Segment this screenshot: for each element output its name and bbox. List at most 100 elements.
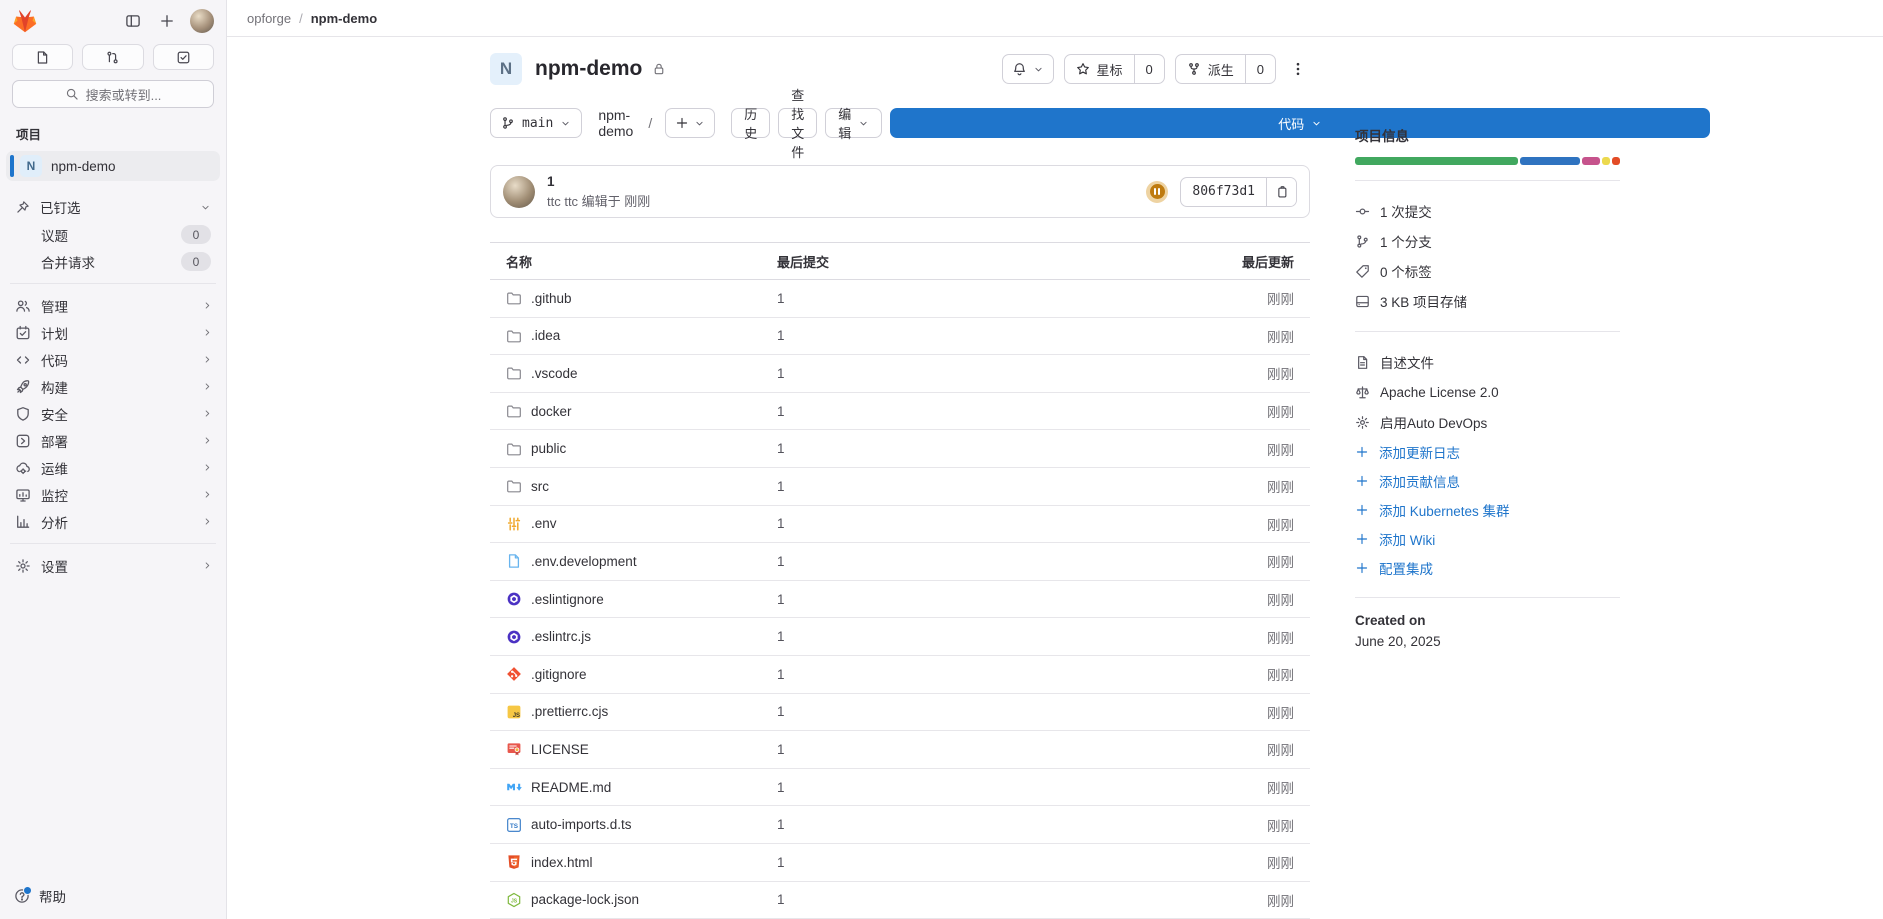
add-link[interactable]: 配置集成 [1355, 553, 1620, 582]
commit-message-link[interactable]: 1 [777, 516, 785, 531]
commit-message-link[interactable]: 1 [777, 855, 785, 870]
notifications-button[interactable] [1002, 54, 1054, 84]
sidebar-item-settings[interactable]: 设置 [0, 552, 226, 579]
commit-message-link[interactable]: 1 [777, 404, 785, 419]
commit-message-link[interactable]: 1 [777, 704, 785, 719]
file-row[interactable]: public 1 刚刚 [490, 430, 1310, 468]
sidebar-pinned-item[interactable]: 议题 0 [0, 221, 226, 248]
info-item[interactable]: 启用Auto DevOps [1355, 407, 1620, 437]
file-row[interactable]: JS .prettierrc.cjs 1 刚刚 [490, 694, 1310, 732]
sidebar-item-plan[interactable]: 计划 [0, 319, 226, 346]
fork-button[interactable]: 派生 [1176, 55, 1245, 83]
commit-message-link[interactable]: 1 [777, 817, 785, 832]
file-name-link[interactable]: .eslintignore [531, 592, 604, 607]
sidebar-item-help[interactable]: 帮助 [0, 881, 226, 911]
commit-message-link[interactable]: 1 [777, 366, 785, 381]
repo-path-link[interactable]: npm-demo [598, 107, 633, 139]
file-row[interactable]: LICENSE 1 刚刚 [490, 731, 1310, 769]
create-new-button[interactable] [156, 10, 178, 32]
file-row[interactable]: src 1 刚刚 [490, 468, 1310, 506]
sidebar-item-operate[interactable]: 运维 [0, 454, 226, 481]
todos-shortcut-button[interactable] [153, 44, 214, 70]
history-button[interactable]: 历史 [731, 108, 770, 138]
issues-shortcut-button[interactable] [12, 44, 73, 70]
info-item[interactable]: 0 个标签 [1355, 256, 1620, 286]
sidebar-item-manage[interactable]: 管理 [0, 292, 226, 319]
commit-message-link[interactable]: 1 [777, 291, 785, 306]
more-actions-button[interactable] [1286, 54, 1310, 84]
commit-message-link[interactable]: 1 [777, 667, 785, 682]
file-name-link[interactable]: .env.development [531, 554, 637, 569]
commit-author-avatar[interactable] [503, 176, 535, 208]
sidebar-item-security[interactable]: 安全 [0, 400, 226, 427]
merge-requests-shortcut-button[interactable] [82, 44, 143, 70]
star-button[interactable]: 星标 [1065, 55, 1134, 83]
sidebar-item-deploy[interactable]: 部署 [0, 427, 226, 454]
sidebar-item-current-project[interactable]: N npm-demo [6, 151, 220, 181]
file-row[interactable]: JS package-lock.json 1 刚刚 [490, 882, 1310, 919]
commit-message-link[interactable]: 1 [777, 328, 785, 343]
edit-dropdown-button[interactable]: 编辑 [825, 108, 882, 138]
file-name-link[interactable]: .gitignore [531, 667, 587, 682]
search-input[interactable]: 搜索或转到... [12, 80, 214, 108]
copy-commit-hash-button[interactable] [1266, 178, 1296, 206]
file-row[interactable]: README.md 1 刚刚 [490, 769, 1310, 807]
sidebar-item-analyze[interactable]: 分析 [0, 508, 226, 535]
commit-message-link[interactable]: 1 [777, 479, 785, 494]
file-row[interactable]: .env 1 刚刚 [490, 506, 1310, 544]
commit-message-link[interactable]: 1 [777, 629, 785, 644]
sidebar-item-code[interactable]: 代码 [0, 346, 226, 373]
sidebar-item-build[interactable]: 构建 [0, 373, 226, 400]
file-name-link[interactable]: .github [531, 291, 572, 306]
info-item[interactable]: 3 KB 项目存储 [1355, 286, 1620, 316]
file-name-link[interactable]: .env [531, 516, 557, 531]
file-name-link[interactable]: .eslintrc.js [531, 629, 591, 644]
file-name-link[interactable]: docker [531, 404, 572, 419]
add-link[interactable]: 添加 Wiki [1355, 524, 1620, 553]
file-name-link[interactable]: package-lock.json [531, 892, 639, 907]
add-link[interactable]: 添加贡献信息 [1355, 466, 1620, 495]
file-name-link[interactable]: LICENSE [531, 742, 589, 757]
commit-message-link[interactable]: 1 [777, 441, 785, 456]
file-name-link[interactable]: auto-imports.d.ts [531, 817, 632, 832]
info-item[interactable]: Apache License 2.0 [1355, 377, 1620, 407]
file-row[interactable]: .vscode 1 刚刚 [490, 355, 1310, 393]
find-file-button[interactable]: 查找文件 [778, 108, 817, 138]
commit-message-link[interactable]: 1 [777, 592, 785, 607]
collapse-sidebar-button[interactable] [122, 10, 144, 32]
column-header-name[interactable]: 名称 [490, 252, 777, 271]
commit-message-link[interactable]: 1 [777, 742, 785, 757]
file-row[interactable]: .gitignore 1 刚刚 [490, 656, 1310, 694]
file-row[interactable]: .env.development 1 刚刚 [490, 543, 1310, 581]
fork-count[interactable]: 0 [1245, 55, 1275, 83]
commit-message-link[interactable]: 1 [777, 554, 785, 569]
file-row[interactable]: .eslintrc.js 1 刚刚 [490, 618, 1310, 656]
star-count[interactable]: 0 [1134, 55, 1164, 83]
sidebar-pinned-item[interactable]: 合并请求 0 [0, 248, 226, 275]
file-row[interactable]: docker 1 刚刚 [490, 393, 1310, 431]
file-name-link[interactable]: README.md [531, 780, 611, 795]
file-name-link[interactable]: .idea [531, 328, 560, 343]
gitlab-logo-icon[interactable] [12, 9, 38, 33]
commit-message-link[interactable]: 1 [777, 892, 785, 907]
info-item[interactable]: 1 次提交 [1355, 196, 1620, 226]
file-row[interactable]: .idea 1 刚刚 [490, 318, 1310, 356]
file-name-link[interactable]: public [531, 441, 566, 456]
commit-message-link[interactable]: 1 [777, 780, 785, 795]
add-file-dropdown[interactable] [665, 108, 715, 138]
info-item[interactable]: 自述文件 [1355, 347, 1620, 377]
add-link[interactable]: 添加 Kubernetes 集群 [1355, 495, 1620, 524]
file-name-link[interactable]: src [531, 479, 549, 494]
file-row[interactable]: TS auto-imports.d.ts 1 刚刚 [490, 806, 1310, 844]
file-name-link[interactable]: .prettierrc.cjs [531, 704, 608, 719]
branch-selector[interactable]: main [490, 108, 582, 138]
file-name-link[interactable]: index.html [531, 855, 593, 870]
user-avatar[interactable] [190, 9, 214, 33]
breadcrumb-project-link[interactable]: npm-demo [311, 11, 377, 26]
commit-title-link[interactable]: 1 [547, 174, 555, 189]
pipeline-status-paused-icon[interactable] [1146, 181, 1168, 203]
sidebar-item-monitor[interactable]: 监控 [0, 481, 226, 508]
file-row[interactable]: .eslintignore 1 刚刚 [490, 581, 1310, 619]
file-row[interactable]: index.html 1 刚刚 [490, 844, 1310, 882]
breadcrumb-group-link[interactable]: opforge [247, 11, 291, 26]
